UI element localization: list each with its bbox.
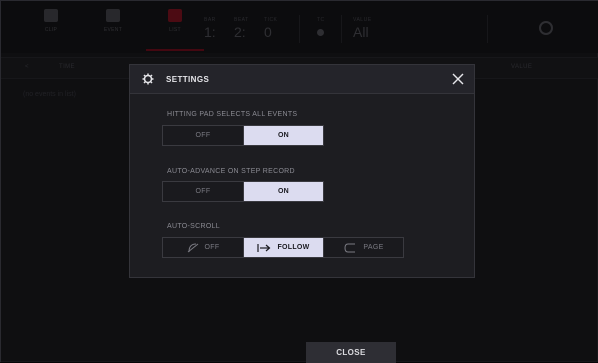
auto-scroll-follow-label: FOLLOW xyxy=(277,244,310,251)
arrow-right-bar-icon xyxy=(257,243,271,252)
close-button[interactable]: CLOSE xyxy=(306,342,396,363)
auto-scroll-page-option[interactable]: PAGE xyxy=(323,238,403,257)
auto-advance-on-option[interactable]: ON xyxy=(243,182,323,201)
auto-advance-toggle: OFF ON xyxy=(162,181,324,202)
pad-selects-on-option[interactable]: ON xyxy=(243,126,323,145)
pad-selects-label: HITTING PAD SELECTS ALL EVENTS xyxy=(167,111,298,118)
auto-advance-off-option[interactable]: OFF xyxy=(163,182,243,201)
pad-selects-off-option[interactable]: OFF xyxy=(163,126,243,145)
auto-scroll-selector: OFF FOLLOW PAGE xyxy=(162,237,404,258)
pad-selects-toggle: OFF ON xyxy=(162,125,324,146)
close-icon[interactable] xyxy=(452,73,464,85)
settings-dialog: SETTINGS HITTING PAD SELECTS ALL EVENTS … xyxy=(129,64,475,278)
dialog-header: SETTINGS xyxy=(130,65,474,94)
auto-advance-label: AUTO-ADVANCE ON STEP RECORD xyxy=(167,168,295,175)
dialog-title: SETTINGS xyxy=(166,75,210,84)
scroll-off-icon xyxy=(187,243,198,252)
auto-scroll-page-label: PAGE xyxy=(363,244,384,251)
auto-scroll-label: AUTO-SCROLL xyxy=(167,223,220,230)
page-curve-icon xyxy=(344,243,356,252)
auto-scroll-follow-option[interactable]: FOLLOW xyxy=(243,238,323,257)
auto-scroll-off-option[interactable]: OFF xyxy=(163,238,243,257)
screen-frame: CLIP EVENT LIST BAR 1: BEAT 2: TICK 0 TC xyxy=(0,0,598,363)
auto-scroll-off-label: OFF xyxy=(204,244,220,251)
gear-icon xyxy=(142,73,154,85)
